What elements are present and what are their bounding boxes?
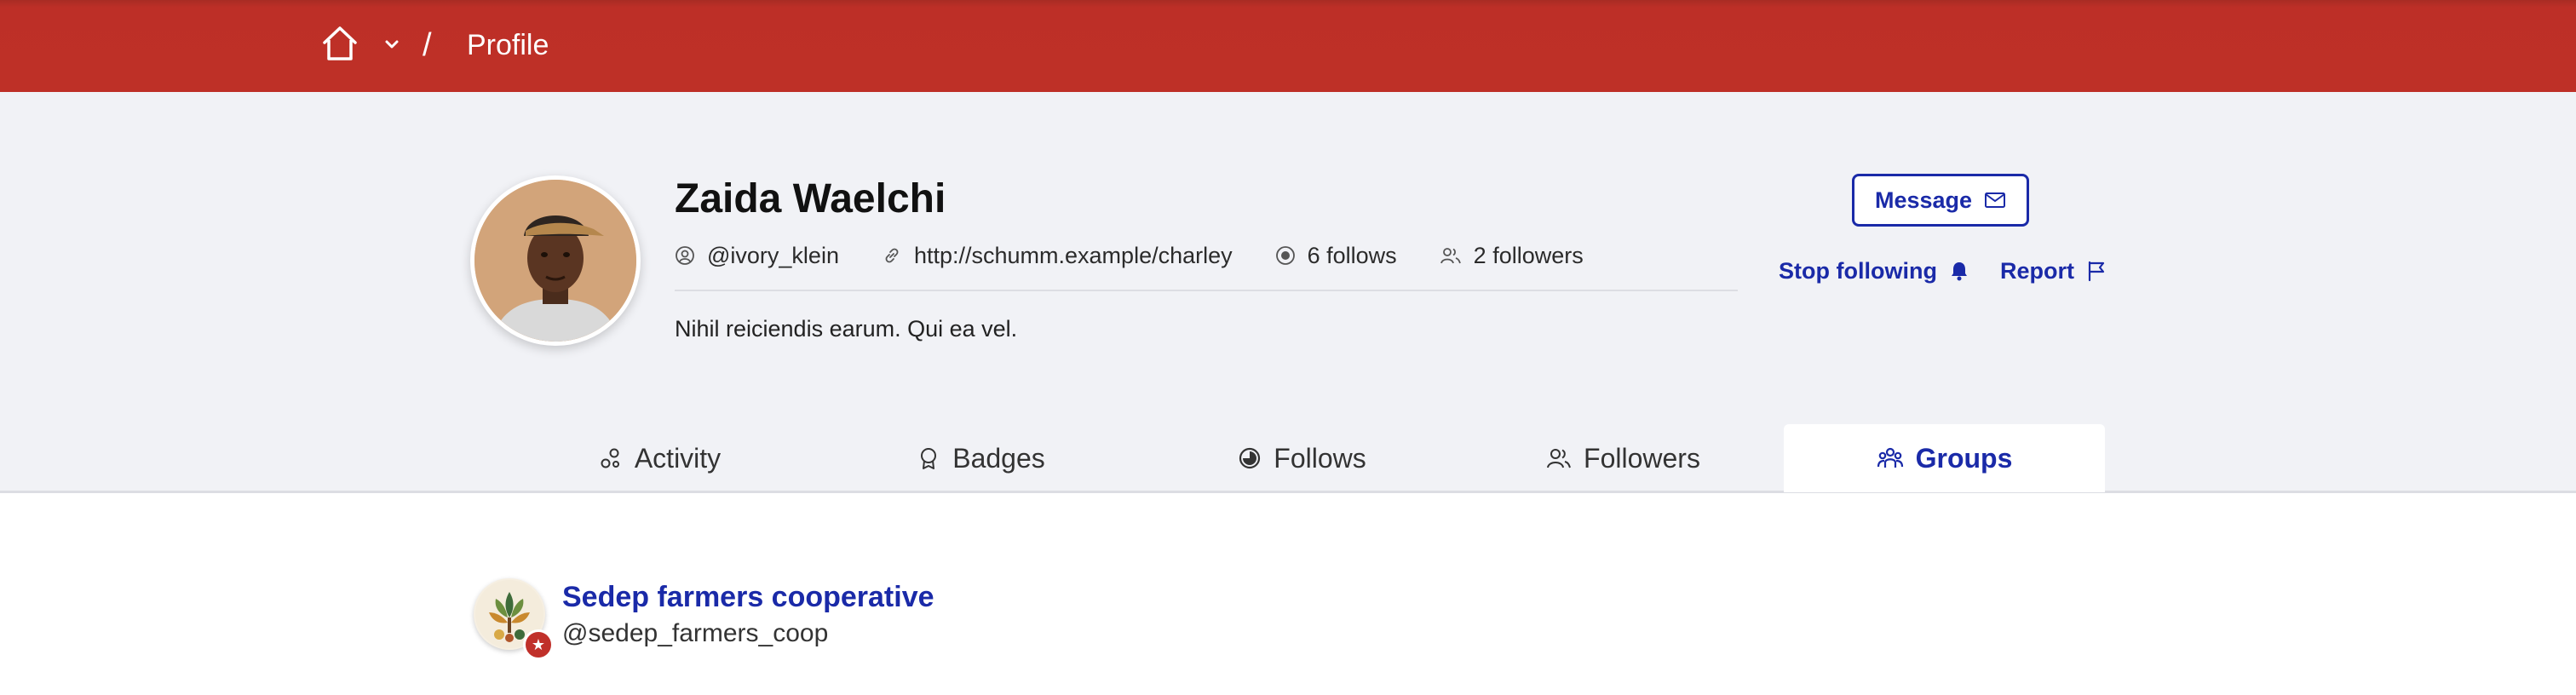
list-item: ★ Sedep farmers cooperative @sedep_farme…	[474, 577, 934, 660]
profile-divider	[675, 290, 1738, 291]
message-button[interactable]: Message	[1852, 174, 2029, 227]
tab-badges[interactable]: Badges	[820, 424, 1141, 492]
group-handle: @sedep_farmers_coop	[562, 619, 829, 647]
profile-bio: Nihil reiciendis earum. Qui ea vel.	[675, 316, 1018, 342]
tab-followers[interactable]: Followers	[1463, 424, 1784, 492]
tab-label: Activity	[634, 442, 722, 474]
top-bar: / Profile	[0, 0, 2576, 92]
avatar	[470, 175, 641, 346]
activity-icon	[601, 448, 619, 468]
profile-url[interactable]: http://schumm.example/charley	[914, 243, 1233, 269]
stop-following-label: Stop following	[1779, 258, 1937, 284]
groups-icon	[1877, 447, 1903, 468]
tab-follows[interactable]: Follows	[1141, 424, 1463, 492]
link-icon	[885, 248, 899, 263]
follows-icon	[1239, 447, 1261, 469]
star-icon: ★	[523, 629, 554, 660]
follows-count[interactable]: 6 follows	[1308, 243, 1397, 269]
followers-icon	[1547, 449, 1571, 468]
avatar-photo	[474, 180, 636, 342]
tab-label: Followers	[1584, 442, 1700, 474]
profile-name: Zaida Waelchi	[675, 176, 946, 221]
message-button-label: Message	[1874, 187, 1973, 213]
tab-label: Groups	[1915, 442, 2013, 474]
bell-icon	[1951, 262, 1967, 281]
nickname-item: @ivory_klein	[675, 243, 839, 269]
report-label: Report	[2000, 258, 2074, 284]
tab-activity[interactable]: Activity	[499, 424, 820, 492]
envelope-icon	[1985, 192, 2006, 208]
breadcrumb-current: Profile	[467, 29, 549, 61]
url-item[interactable]: http://schumm.example/charley	[882, 243, 1233, 269]
followers-count[interactable]: 2 followers	[1474, 243, 1584, 269]
followers-icon	[1440, 248, 1461, 264]
profile-tabs: Activity Badges Follows Followers Groups	[499, 424, 2106, 492]
nickname: @ivory_klein	[707, 242, 839, 268]
home-icon[interactable]	[320, 24, 359, 63]
tab-label: Badges	[952, 442, 1045, 474]
chevron-down-icon[interactable]	[383, 36, 400, 53]
follows-icon	[1275, 246, 1295, 265]
breadcrumb-separator: /	[423, 27, 432, 63]
followers-item[interactable]: 2 followers	[1440, 243, 1584, 269]
follows-item[interactable]: 6 follows	[1275, 243, 1397, 269]
flag-icon	[2088, 261, 2105, 282]
user-circle-icon	[676, 246, 694, 265]
tab-groups[interactable]: Groups	[1784, 424, 2105, 492]
stop-following-button[interactable]: Stop following	[1779, 254, 1969, 288]
group-avatar[interactable]: ★	[474, 578, 554, 660]
badge-icon	[921, 448, 937, 469]
profile-meta: @ivory_klein http://schumm.example/charl…	[675, 238, 1626, 273]
report-button[interactable]: Report	[2000, 254, 2107, 288]
group-info: Sedep farmers cooperative @sedep_farmers…	[562, 577, 934, 651]
group-name[interactable]: Sedep farmers cooperative	[562, 577, 934, 617]
tab-label: Follows	[1274, 442, 1366, 474]
